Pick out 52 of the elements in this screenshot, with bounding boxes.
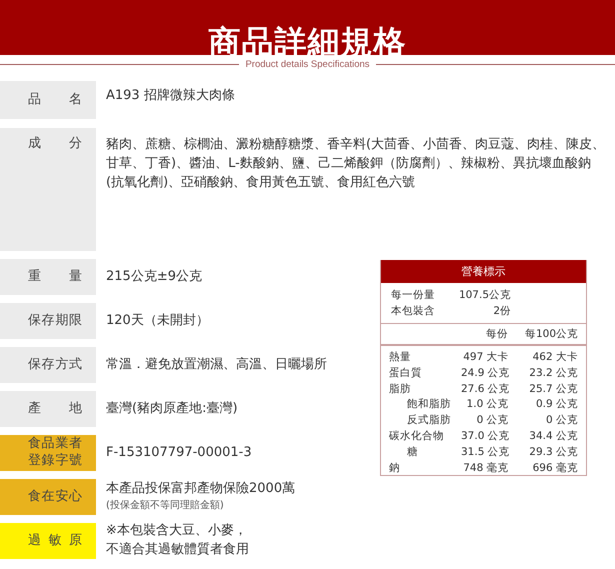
row-value: 120天（未開封） <box>106 312 209 330</box>
row-label: 食品業者登錄字號 <box>0 435 96 471</box>
nutrient-value: 24.9 公克 <box>461 366 509 381</box>
nutrient-value: 0.9 公克 <box>534 397 578 412</box>
row-value: 本產品投保富邦產物保險2000萬 <box>106 480 296 498</box>
serving-value: 107.5公克 <box>458 288 511 303</box>
nutrient-name: 糖 <box>406 444 419 460</box>
column-header: 每100公克 <box>524 327 578 342</box>
row-label: 產 地 <box>0 391 96 427</box>
row-label: 重 量 <box>0 259 96 295</box>
column-header: 每份 <box>485 327 508 342</box>
nutrient-value: 37.0 公克 <box>461 428 509 444</box>
row-note: (投保金額不等同理賠金額) <box>106 499 225 514</box>
nutrient-value: 29.3 公克 <box>528 444 578 460</box>
nutrient-name: 蛋白質 <box>389 366 423 381</box>
nutrient-value: 34.4 公克 <box>528 428 578 444</box>
nutrient-value: 0 公克 <box>476 413 509 428</box>
nutrient-value: 462 大卡 <box>532 350 578 365</box>
serving-label: 每一份量 <box>391 288 436 303</box>
row-label: 品 名 <box>0 81 96 119</box>
page-subtitle: Product details Specifications <box>245 58 370 70</box>
row-value: ※本包裝含大豆、小麥， <box>106 522 248 540</box>
row-value: 豬肉、蔗糖、棕櫚油、澱粉糖醇糖漿、香辛料(大茴香、小茴香、肉豆蔻、肉桂、陳皮、甘草、丁香)、醬油、L-麩酸鈉、鹽、己二烯酸鉀（防腐劑）、辣椒粉、異抗壞血酸鈉(抗氧化劑)、亞硝酸鈉、食用黃色五號、食用紅色六號 <box>106 136 606 192</box>
nutrient-name: 反式脂肪 <box>406 413 452 428</box>
nutrient-value: 23.2 公克 <box>528 366 578 381</box>
nutrient-value: 0 公克 <box>544 413 578 428</box>
row-value: 常溫．避免放置潮濕、高溫、日曬場所 <box>106 356 327 374</box>
row-label: 過 敏 原 <box>0 523 96 559</box>
row-value: 不適合其過敏體質者食用 <box>106 541 249 559</box>
nutrient-value: 1.0 公克 <box>466 397 509 412</box>
row-label: 保存期限 <box>0 303 96 339</box>
nutrient-value: 696 毫克 <box>532 460 578 476</box>
nutrient-name: 鈉 <box>389 460 401 476</box>
row-label: 食在安心 <box>0 479 96 515</box>
serving-label: 本包裝含 <box>391 304 436 319</box>
row-value: A193 招牌微辣大肉條 <box>106 87 236 105</box>
row-value: 215公克±9公克 <box>106 268 202 286</box>
nutrient-name: 熱量 <box>389 350 412 365</box>
row-value: 臺灣(豬肉原產地:臺灣) <box>106 400 238 418</box>
nutrient-name: 碳水化合物 <box>389 428 445 444</box>
nutrient-value: 27.6 公克 <box>461 382 509 397</box>
nutrient-name: 脂肪 <box>389 382 412 397</box>
row-label: 保存方式 <box>0 347 96 383</box>
serving-value: 2份 <box>492 304 511 319</box>
row-value: F-153107797-00001-3 <box>106 444 252 462</box>
nutrient-value: 31.5 公克 <box>461 444 509 460</box>
nutrient-value: 25.7 公克 <box>528 382 578 397</box>
nutrition-title: 營養標示 <box>381 260 586 283</box>
nutrient-value: 497 大卡 <box>462 350 509 365</box>
nutrient-value: 748 毫克 <box>462 460 509 476</box>
nutrient-name: 飽和脂肪 <box>406 397 452 412</box>
row-label: 成 分 <box>0 128 96 251</box>
